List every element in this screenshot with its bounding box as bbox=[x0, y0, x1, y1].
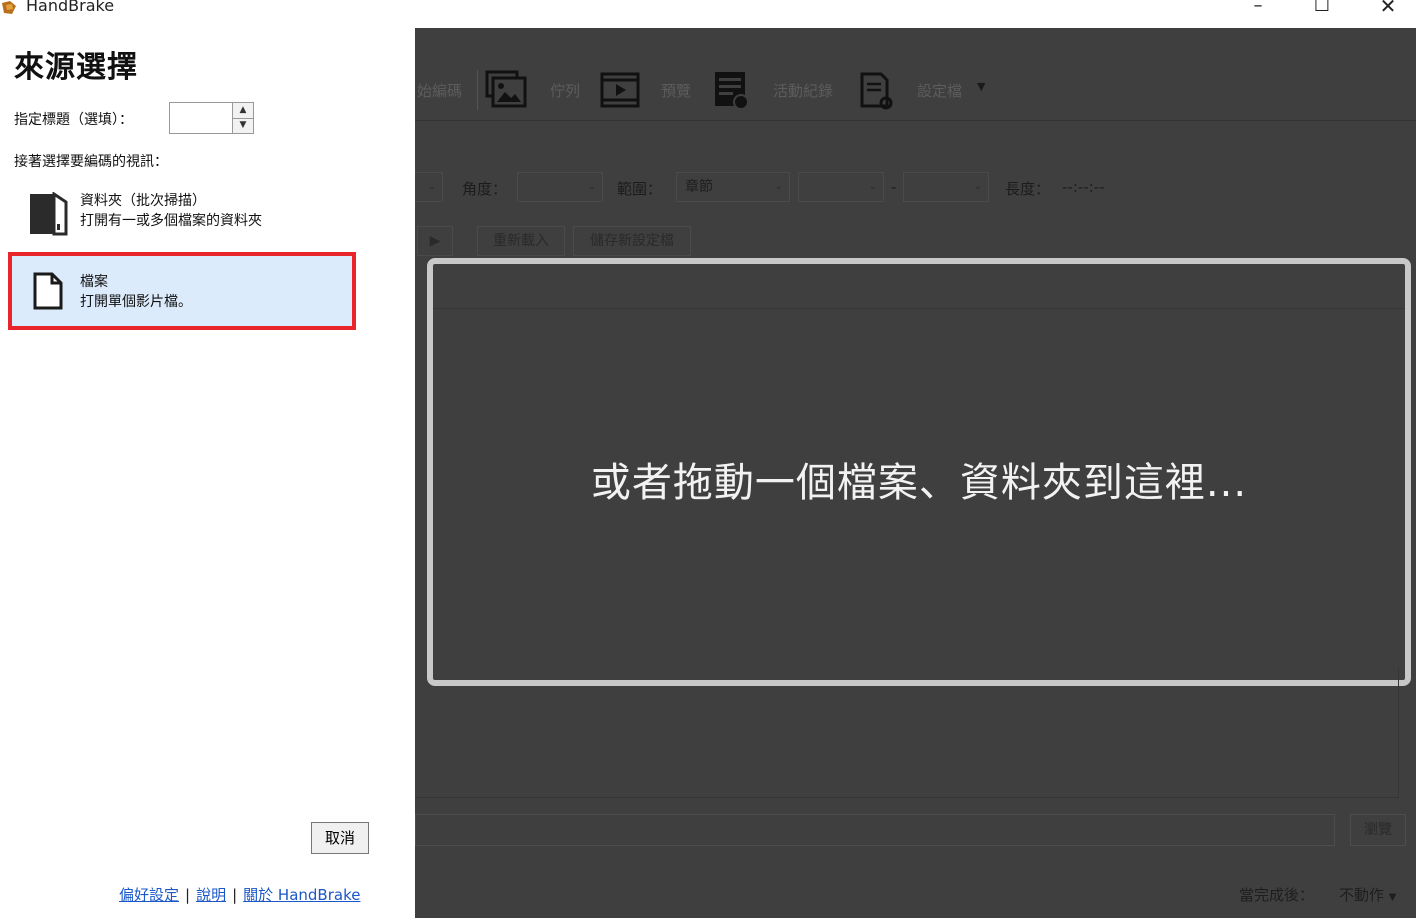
range-label: 範圍： bbox=[617, 180, 663, 198]
range-end-select[interactable]: ⌄ bbox=[903, 172, 989, 202]
open-file-option[interactable]: 檔案 打開單個影片檔。 bbox=[8, 252, 356, 330]
about-link[interactable]: 關於 HandBrake bbox=[243, 886, 360, 904]
title-number-stepper[interactable]: ▲ ▼ bbox=[232, 102, 254, 134]
folder-icon bbox=[30, 192, 68, 236]
drop-zone[interactable]: 或者拖動一個檔案、資料夾到這裡... bbox=[427, 258, 1411, 686]
toolbar-queue[interactable]: 佇列 bbox=[550, 80, 580, 101]
range-type-select[interactable]: 章節 ⌄ bbox=[676, 172, 790, 202]
toolbar-start-encode[interactable]: 始編碼 bbox=[417, 80, 462, 101]
maximize-button[interactable]: ☐ bbox=[1302, 0, 1342, 18]
toolbar-separator bbox=[477, 70, 478, 110]
when-done-dropdown-icon: ▼ bbox=[1388, 892, 1397, 903]
open-file-title: 檔案 bbox=[80, 274, 108, 290]
main-window-overlay: 始編碼 佇列 預覽 活動紀錄 設定檔 ▼ ⌄ 角度： ⌄ 範圍： 章節 ⌄ ⌄ -… bbox=[415, 28, 1416, 918]
title-number-label: 指定標題（選填）： bbox=[14, 112, 133, 128]
toolbar-activity-log[interactable]: 活動紀錄 bbox=[773, 80, 833, 101]
choose-video-label: 接著選擇要編碼的視訊： bbox=[14, 154, 168, 170]
browse-button[interactable]: 瀏覽 bbox=[1350, 814, 1406, 846]
range-dash: - bbox=[891, 178, 897, 196]
open-file-description: 打開單個影片檔。 bbox=[80, 294, 192, 310]
open-folder-description: 打開有一或多個檔案的資料夾 bbox=[80, 213, 262, 229]
when-done-label: 當完成後： bbox=[1239, 886, 1315, 904]
stepper-up-icon[interactable]: ▲ bbox=[233, 103, 253, 119]
help-link[interactable]: 說明 bbox=[196, 886, 226, 904]
duration-label: 長度： bbox=[1005, 180, 1051, 198]
presets-dropdown-icon[interactable]: ▼ bbox=[977, 80, 985, 93]
when-done-dropdown[interactable]: 不動作 ▼ bbox=[1339, 884, 1397, 905]
close-button[interactable]: ✕ bbox=[1368, 0, 1408, 18]
angle-select[interactable]: ⌄ bbox=[517, 172, 603, 202]
destination-path-field[interactable] bbox=[415, 814, 1335, 846]
toolbar-divider bbox=[415, 120, 1416, 121]
presets-icon[interactable] bbox=[859, 72, 893, 110]
title-number-input[interactable] bbox=[169, 102, 233, 134]
window-title-bar: HandBrake – ☐ ✕ bbox=[0, 0, 1416, 28]
minimize-button[interactable]: – bbox=[1238, 0, 1278, 18]
tab-strip-divider bbox=[433, 308, 1405, 309]
cancel-button[interactable]: 取消 bbox=[311, 822, 369, 854]
link-separator: | bbox=[185, 886, 191, 904]
activity-log-icon[interactable] bbox=[713, 70, 749, 110]
open-folder-option[interactable]: 資料夾（批次掃描） 打開有一或多個檔案的資料夾 bbox=[14, 180, 350, 244]
toolbar-preview[interactable]: 預覽 bbox=[661, 80, 691, 101]
handbrake-logo-icon bbox=[2, 1, 16, 14]
when-done-value: 不動作 bbox=[1339, 886, 1385, 904]
file-icon bbox=[33, 272, 63, 310]
preferences-link[interactable]: 偏好設定 bbox=[119, 886, 179, 904]
reload-button[interactable]: 重新載入 bbox=[477, 226, 565, 256]
angle-label: 角度： bbox=[462, 180, 508, 198]
preview-film-icon[interactable] bbox=[600, 72, 640, 108]
queue-images-icon[interactable] bbox=[485, 70, 529, 110]
range-start-select[interactable]: ⌄ bbox=[798, 172, 884, 202]
drop-zone-text: 或者拖動一個檔案、資料夾到這裡... bbox=[590, 460, 1248, 506]
stepper-down-icon[interactable]: ▼ bbox=[233, 118, 253, 133]
footer-links: 偏好設定 | 說明 | 關於 HandBrake bbox=[119, 884, 360, 905]
toolbar-presets[interactable]: 設定檔 bbox=[917, 80, 962, 101]
window-title: HandBrake bbox=[26, 0, 115, 15]
settings-panel-border bbox=[415, 668, 1399, 798]
source-selection-title: 來源選擇 bbox=[14, 50, 138, 85]
expand-arrow-button[interactable]: ▶ bbox=[417, 226, 453, 256]
range-type-value: 章節 bbox=[685, 179, 713, 195]
title-select[interactable]: ⌄ bbox=[415, 172, 443, 202]
source-selection-panel: 來源選擇 指定標題（選填）： ▲ ▼ 接著選擇要編碼的視訊： 資料夾（批次掃描）… bbox=[0, 28, 415, 918]
open-folder-title: 資料夾（批次掃描） bbox=[80, 193, 206, 209]
duration-value: --:--:-- bbox=[1062, 178, 1105, 196]
save-new-preset-button[interactable]: 儲存新設定檔 bbox=[573, 226, 691, 256]
link-separator: | bbox=[232, 886, 238, 904]
